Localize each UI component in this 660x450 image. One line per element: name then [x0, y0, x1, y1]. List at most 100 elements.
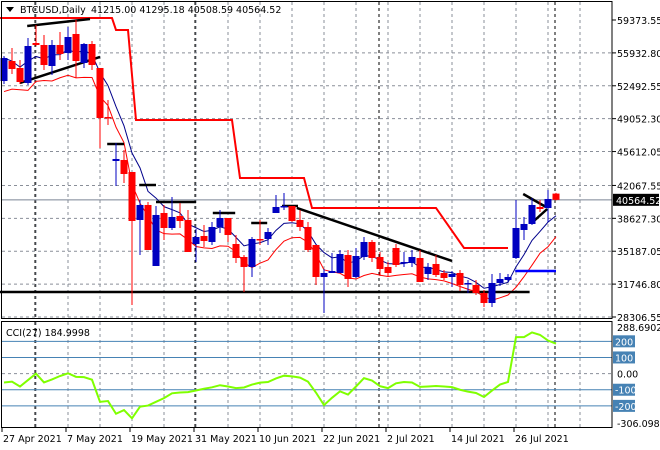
candle — [96, 67, 104, 148]
price-tick-label: 55932.80 — [617, 49, 660, 60]
candle-body — [264, 231, 272, 239]
candle-body — [448, 273, 456, 277]
candle-body — [488, 282, 496, 303]
candle-body — [128, 171, 136, 221]
cci-max-label: 288.6902 — [617, 323, 660, 334]
candle — [144, 201, 152, 250]
candle — [472, 279, 480, 295]
dropdown-arrow-icon — [6, 7, 14, 12]
date-label: 10 Jun 2021 — [259, 434, 316, 445]
candle-body — [400, 261, 408, 264]
trendline — [19, 55, 101, 85]
price-tick-label: 35187.05 — [617, 247, 660, 258]
candle — [232, 234, 240, 263]
symbol-title: BTCUSD,Daily — [20, 5, 86, 16]
candle — [264, 227, 272, 245]
candle-body — [464, 282, 472, 285]
cci-label: CCI(27) 184.9998 — [6, 328, 90, 339]
moving-average-slow — [3, 74, 557, 301]
price-tick-label: 49052.30 — [617, 115, 660, 126]
candle — [360, 236, 368, 260]
candle-body — [512, 227, 520, 258]
candle — [32, 24, 40, 46]
price-chart[interactable]: 59373.55 55932.80 52492.55 49052.30 45612.05… — [0, 0, 660, 450]
candle-body — [200, 235, 208, 241]
candle — [208, 221, 216, 245]
candle — [136, 199, 144, 255]
candle-body — [224, 217, 232, 235]
candle — [528, 197, 536, 225]
candle-body — [544, 198, 552, 208]
candle — [88, 40, 96, 70]
candle — [520, 216, 528, 240]
candle — [224, 217, 232, 242]
candle-body — [104, 116, 112, 119]
candle-body — [32, 42, 40, 45]
candle-body — [64, 36, 72, 53]
candle — [416, 249, 424, 282]
cci-level-label: 100 — [615, 353, 633, 364]
chart-window: 59373.55 55932.80 52492.55 49052.30 45612.05… — [0, 0, 660, 450]
date-label: 22 Jun 2021 — [323, 434, 380, 445]
ohlc-readout: 41215.00 41295.18 40508.59 40564.52 — [91, 5, 281, 16]
price-tick-label: 52492.55 — [617, 82, 660, 93]
candle-body — [360, 241, 368, 257]
date-label: 2 Jul 2021 — [387, 434, 435, 445]
candle — [368, 239, 376, 262]
candle-body — [312, 244, 320, 277]
candle-body — [96, 67, 104, 118]
candle-body — [432, 263, 440, 275]
candle — [272, 194, 280, 213]
candle — [240, 254, 248, 292]
candle-body — [160, 212, 168, 228]
current-price-label: 40564.52 — [616, 196, 660, 207]
cci-zero-label: 0.00 — [617, 370, 638, 381]
candle-body — [40, 44, 48, 65]
candle-body — [192, 236, 200, 244]
cci-level-label: -200 — [615, 402, 637, 413]
grid — [2, 2, 612, 427]
candle — [408, 249, 416, 267]
date-label: 14 Jul 2021 — [451, 434, 505, 445]
candle-body — [536, 206, 544, 209]
candle — [288, 205, 296, 222]
candle-body — [440, 272, 448, 278]
candle-body — [456, 272, 464, 285]
candle — [552, 192, 560, 201]
candle — [336, 249, 344, 273]
candle-body — [152, 214, 160, 266]
candle-body — [304, 226, 312, 250]
price-tick-label: 38627.30 — [617, 214, 660, 225]
candle-body — [384, 266, 392, 273]
candle-body — [136, 204, 144, 220]
candle-body — [288, 205, 296, 221]
candle-body — [56, 44, 64, 55]
candle — [64, 26, 72, 60]
candle-body — [376, 256, 384, 269]
candle-body — [280, 205, 288, 208]
candle-body — [168, 216, 176, 228]
candle — [352, 247, 360, 278]
cci-panel — [2, 331, 612, 420]
candle-body — [112, 158, 120, 161]
candle-body — [232, 243, 240, 258]
candle-body — [176, 215, 184, 221]
candle — [152, 205, 160, 266]
candle — [72, 19, 80, 78]
price-tick-label: 42067.55 — [617, 181, 660, 192]
candle-body — [328, 270, 336, 273]
candle — [432, 254, 440, 277]
candle — [128, 171, 136, 305]
candle-body — [424, 266, 432, 274]
candle-body — [296, 219, 304, 227]
candle-body — [248, 238, 256, 267]
candle — [200, 224, 208, 247]
candle — [296, 209, 304, 231]
candle-body — [520, 223, 528, 230]
candle-body — [8, 60, 16, 69]
candle-body — [240, 256, 248, 267]
candle — [112, 142, 120, 186]
candle-body — [144, 204, 152, 250]
candle-body — [120, 159, 128, 174]
candle — [56, 31, 64, 60]
